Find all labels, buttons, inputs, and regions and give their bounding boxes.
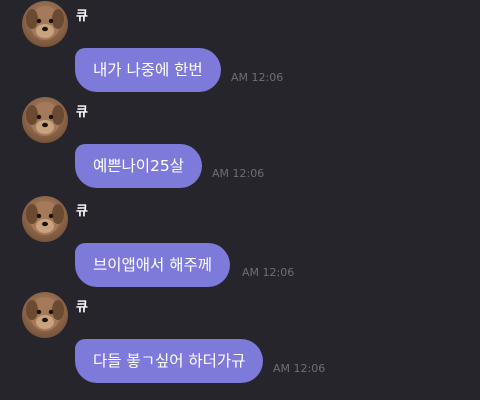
message-group: 큐 예쁜나이25살 AM 12:06 [0,97,480,192]
chat-log: 큐 내가 나중에 한번 AM 12:06 큐 예쁜나이25살 AM 12:06 [0,0,480,400]
sender-name: 큐 [76,300,89,315]
message-bubble[interactable]: 내가 나중에 한번 [75,48,221,92]
sender-name: 큐 [76,105,89,120]
message-group: 큐 다들 봏ㄱ싶어 하더가규 AM 12:06 [0,292,480,387]
message-timestamp: AM 12:06 [212,167,265,180]
message-group: 큐 브이앱애서 해주께 AM 12:06 [0,196,480,291]
message-bubble[interactable]: 예쁜나이25살 [75,144,203,188]
message-timestamp: AM 12:06 [231,71,284,84]
message-timestamp: AM 12:06 [273,362,326,375]
dog-avatar-icon[interactable] [22,292,68,338]
message-group: 큐 내가 나중에 한번 AM 12:06 [0,1,480,96]
sender-name: 큐 [76,204,89,219]
dog-avatar-icon[interactable] [22,97,68,143]
message-bubble[interactable]: 다들 봏ㄱ싶어 하더가규 [75,339,264,383]
dog-avatar-icon[interactable] [22,1,68,47]
sender-name: 큐 [76,9,89,24]
dog-avatar-icon[interactable] [22,196,68,242]
message-timestamp: AM 12:06 [242,266,295,279]
message-bubble[interactable]: 브이앱애서 해주께 [75,243,231,287]
